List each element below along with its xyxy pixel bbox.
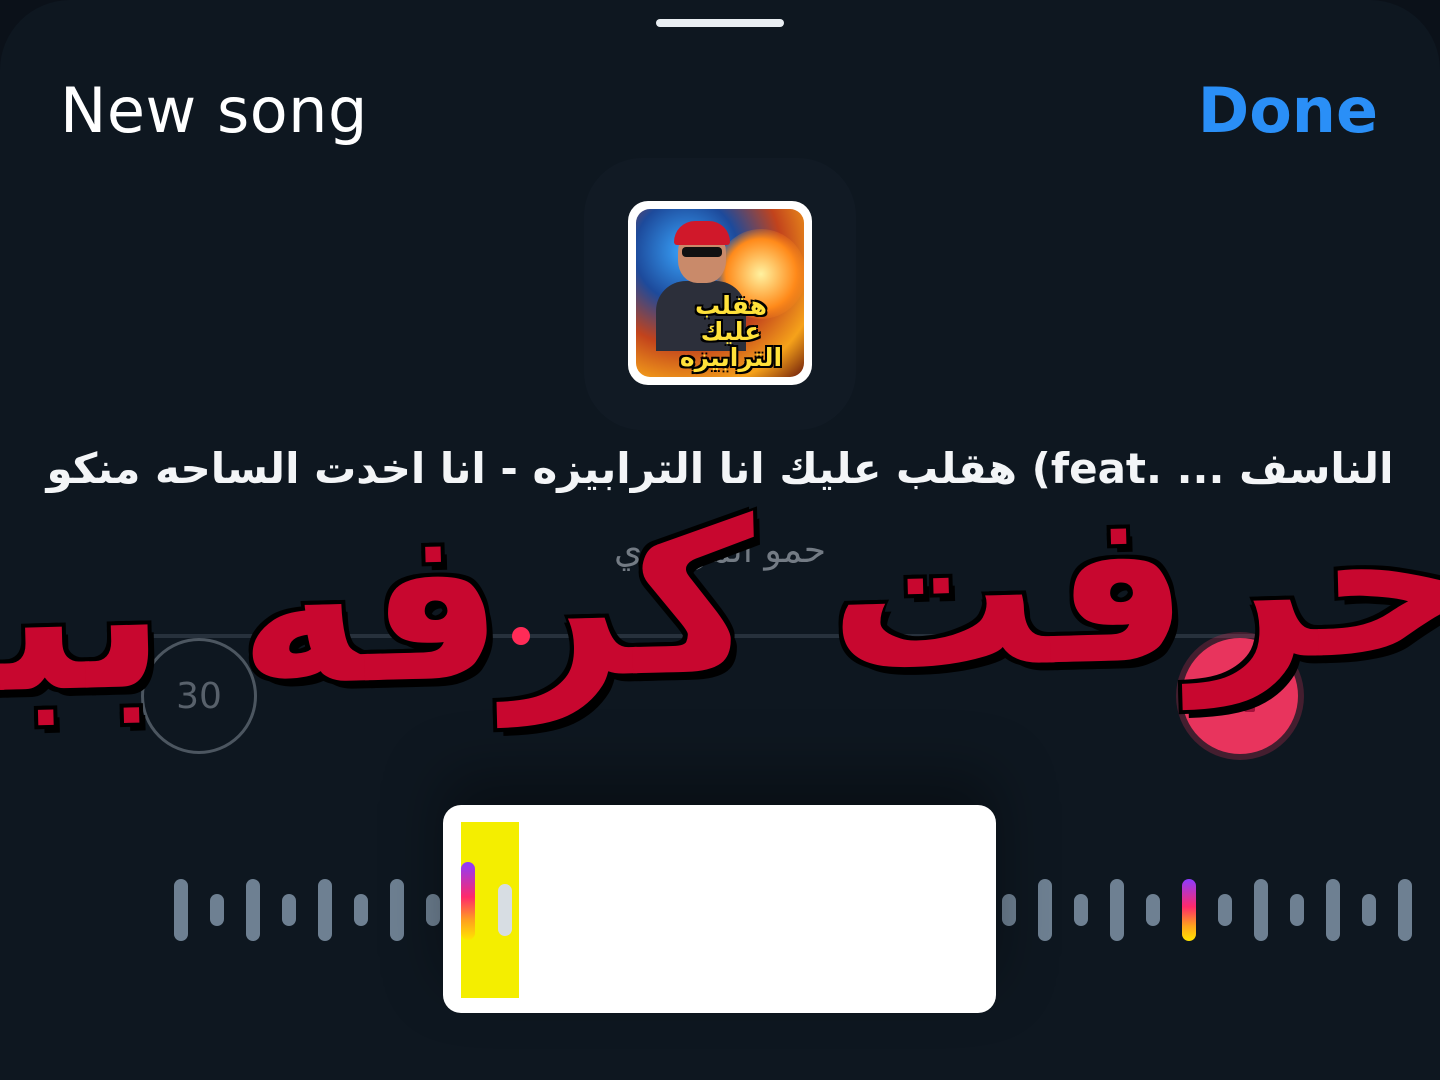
waveform-bar bbox=[1038, 879, 1052, 941]
done-button[interactable]: Done bbox=[1198, 74, 1378, 147]
waveform-playhead-bar bbox=[461, 862, 475, 940]
waveform-bar bbox=[246, 879, 260, 941]
duration-button[interactable]: 30 bbox=[141, 638, 257, 754]
cover-title-text: هقلب عليك الترابيزه bbox=[679, 291, 783, 372]
play-pause-button[interactable] bbox=[1182, 638, 1298, 754]
album-art: هقلب عليك الترابيزه bbox=[628, 201, 812, 385]
waveform-bar bbox=[1110, 879, 1124, 941]
waveform-bar bbox=[426, 894, 440, 926]
progress-knob[interactable] bbox=[512, 627, 530, 645]
waveform-bar bbox=[1362, 894, 1376, 926]
clip-selector[interactable] bbox=[443, 805, 996, 1013]
progress-track[interactable] bbox=[140, 634, 1300, 638]
waveform-bar bbox=[1326, 879, 1340, 941]
cover-figure-cap bbox=[674, 221, 730, 245]
waveform-bar bbox=[174, 879, 188, 941]
album-cover-image: هقلب عليك الترابيزه bbox=[636, 209, 804, 377]
waveform-bar bbox=[1290, 894, 1304, 926]
cover-figure-glasses bbox=[682, 247, 722, 257]
waveform-bar bbox=[498, 884, 512, 936]
pause-icon bbox=[1225, 678, 1255, 712]
waveform-marker-bar bbox=[1182, 879, 1196, 941]
page-title: New song bbox=[60, 74, 368, 147]
song-title: الناسف ... .feat) هقلب عليك انا الترابيز… bbox=[46, 444, 1394, 493]
song-picker-sheet: New song Done هقلب عليك الترابيزه الناسف… bbox=[0, 0, 1440, 1080]
sheet-grab-handle[interactable] bbox=[656, 19, 784, 27]
waveform-bar bbox=[354, 894, 368, 926]
waveform-bar bbox=[1146, 894, 1160, 926]
waveform-bar bbox=[1398, 879, 1412, 941]
waveform-bar bbox=[282, 894, 296, 926]
waveform-bar bbox=[318, 879, 332, 941]
waveform-bar bbox=[1218, 894, 1232, 926]
waveform-bar bbox=[1002, 894, 1016, 926]
waveform-bar bbox=[1074, 894, 1088, 926]
waveform-bar bbox=[210, 894, 224, 926]
waveform-bar bbox=[390, 879, 404, 941]
waveform-bar bbox=[1254, 879, 1268, 941]
song-artist: حمو المرشدي bbox=[614, 530, 826, 571]
